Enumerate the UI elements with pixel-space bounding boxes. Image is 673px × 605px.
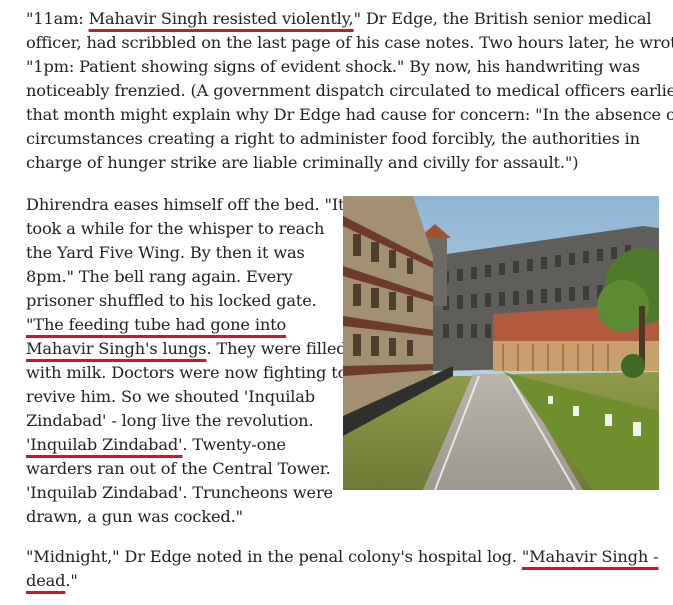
text-line: the Yard Five Wing. By then it was [26, 243, 305, 262]
text-line: officer, had scribbled on the last page … [26, 33, 673, 52]
text-line: 'Inquilab Zindabad'. Truncheons were [26, 483, 333, 502]
text-line: warders ran out of the Central Tower. [26, 459, 331, 478]
paragraph-midnight-log: "Midnight," Dr Edge noted in the penal c… [26, 545, 659, 593]
text-line: prisoner shuffled to his locked gate. [26, 291, 317, 310]
text-line: Dhirendra eases himself off the bed. "It [26, 195, 345, 214]
text-run: " Dr Edge, the British senior medical [353, 9, 652, 28]
paragraph-dhirendra-account: Dhirendra eases himself off the bed. "It… [26, 193, 347, 529]
underlined-quote: 'Inquilab Zindabad' [26, 435, 183, 454]
text-run: . Twenty-one [182, 435, 286, 454]
paragraph-doctor-notes: "11am: Mahavir Singh resisted violently,… [26, 7, 673, 175]
underlined-quote: "Mahavir Singh - [521, 547, 659, 566]
text-line: noticeably frenzied. (A government dispa… [26, 81, 673, 100]
text-run: ." [65, 571, 78, 590]
text-line: took a while for the whisper to reach [26, 219, 325, 238]
text-line: 'Inquilab Zindabad'. Twenty-one [26, 433, 347, 457]
text-line: circumstances creating a right to admini… [26, 129, 640, 148]
underlined-quote: dead [26, 571, 66, 590]
underlined-quote: Mahavir Singh resisted violently, [88, 9, 354, 28]
text-line: "The feeding tube had gone into [26, 313, 347, 337]
text-run: . They were filled [206, 339, 347, 358]
text-line: with milk. Doctors were now fighting to [26, 363, 348, 382]
text-line: charge of hunger strike are liable crimi… [26, 153, 579, 172]
text-line: that month might explain why Dr Edge had… [26, 105, 673, 124]
text-line: Zindabad' - long live the revolution. [26, 411, 314, 430]
text-run: "Midnight," Dr Edge noted in the penal c… [26, 547, 522, 566]
underlined-quote: Mahavir Singh's lungs [26, 339, 207, 358]
text-line: "11am: Mahavir Singh resisted violently,… [26, 7, 673, 31]
text-run: "11am: [26, 9, 89, 28]
article-body: "11am: Mahavir Singh resisted violently,… [0, 0, 673, 605]
underlined-quote: "The feeding tube had gone into [26, 315, 287, 334]
text-line: revive him. So we shouted 'Inquilab [26, 387, 315, 406]
text-line: Mahavir Singh's lungs. They were filled [26, 337, 347, 361]
text-line: 8pm." The bell rang again. Every [26, 267, 293, 286]
text-line: drawn, a gun was cocked." [26, 507, 243, 526]
text-line: dead." [26, 569, 658, 593]
jail-courtyard-image [343, 196, 659, 490]
cellular-jail-photo [343, 196, 659, 490]
text-line: "1pm: Patient showing signs of evident s… [26, 57, 640, 76]
text-line: "Midnight," Dr Edge noted in the penal c… [26, 545, 659, 569]
